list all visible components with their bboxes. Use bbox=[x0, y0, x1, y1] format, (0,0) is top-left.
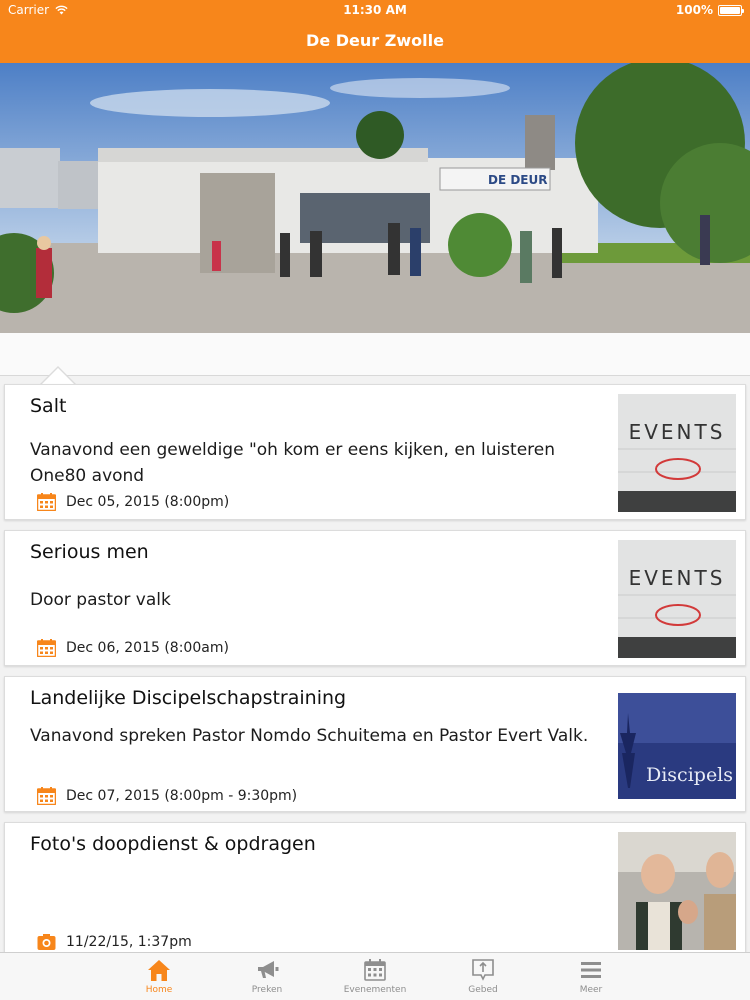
battery-percent: 100% bbox=[675, 3, 713, 17]
status-time: 11:30 AM bbox=[343, 3, 407, 17]
event-title: Foto's doopdienst & opdragen bbox=[30, 833, 316, 855]
event-card[interactable]: Salt Vanavond een geweldige "oh kom er e… bbox=[4, 384, 746, 520]
thumbnail-text: Discipels bbox=[646, 764, 733, 786]
battery-icon bbox=[718, 4, 744, 16]
tab-label: Gebed bbox=[468, 985, 498, 995]
event-description: Vanavond een geweldige "oh kom er eens k… bbox=[30, 440, 556, 486]
prayer-icon bbox=[472, 959, 494, 981]
event-thumbnail: EVENTS bbox=[618, 540, 736, 658]
tab-home[interactable]: Home bbox=[105, 953, 213, 1000]
tab-gebed[interactable]: Gebed bbox=[429, 953, 537, 1000]
status-bar: Carrier 11:30 AM 100% bbox=[0, 0, 750, 22]
event-description: Door pastor valk bbox=[30, 590, 171, 610]
tab-label: Evenementen bbox=[343, 985, 407, 995]
page-title: De Deur Zwolle bbox=[306, 31, 444, 50]
tab-meer[interactable]: Meer bbox=[537, 953, 645, 1000]
event-date: Dec 06, 2015 (8:00am) bbox=[66, 640, 229, 656]
event-date: 11/22/15, 1:37pm bbox=[66, 934, 192, 950]
calendar-icon bbox=[37, 493, 56, 511]
event-thumbnail: EVENTS bbox=[618, 394, 736, 512]
tab-label: Meer bbox=[579, 985, 603, 995]
event-card[interactable]: Serious men Door pastor valk Dec 06, 201… bbox=[4, 530, 746, 666]
event-date: Dec 05, 2015 (8:00pm) bbox=[66, 494, 230, 510]
event-list[interactable]: Salt Vanavond een geweldige "oh kom er e… bbox=[0, 376, 750, 952]
church-photo: DE DEUR bbox=[0, 63, 750, 333]
menu-icon bbox=[581, 962, 601, 978]
camera-icon bbox=[37, 934, 56, 950]
hero-sign-text: DE DEUR bbox=[488, 173, 547, 187]
thumbnail-text: EVENTS bbox=[629, 420, 726, 444]
event-thumbnail bbox=[618, 832, 736, 950]
event-title: Salt bbox=[30, 395, 67, 417]
event-card[interactable]: Landelijke Discipelschapstraining Vanavo… bbox=[4, 676, 746, 812]
calendar-icon bbox=[37, 639, 56, 657]
tab-bar: Home Preken Evenementen Gebed Meer bbox=[0, 952, 750, 1000]
event-card[interactable]: Foto's doopdienst & opdragen 11/22/15, 1… bbox=[4, 822, 746, 952]
event-thumbnail: Discipels bbox=[618, 693, 736, 799]
calendar-icon bbox=[37, 787, 56, 805]
megaphone-icon bbox=[258, 961, 279, 978]
tab-label: Preken bbox=[251, 985, 283, 995]
header-spacer bbox=[0, 333, 750, 376]
navigation-bar: Carrier 11:30 AM 100% De Deur Zwolle bbox=[0, 0, 750, 63]
event-description: Vanavond spreken Pastor Nomdo Schuitema … bbox=[30, 726, 589, 746]
tab-preken[interactable]: Preken bbox=[213, 953, 321, 1000]
event-date: Dec 07, 2015 (8:00pm - 9:30pm) bbox=[66, 788, 298, 804]
calendar-icon bbox=[364, 959, 386, 981]
thumbnail-text: EVENTS bbox=[629, 566, 726, 590]
tab-label: Home bbox=[145, 985, 173, 995]
event-title: Serious men bbox=[30, 541, 149, 563]
home-icon bbox=[148, 960, 170, 981]
event-title: Landelijke Discipelschapstraining bbox=[30, 687, 347, 709]
tab-evenementen[interactable]: Evenementen bbox=[321, 953, 429, 1000]
